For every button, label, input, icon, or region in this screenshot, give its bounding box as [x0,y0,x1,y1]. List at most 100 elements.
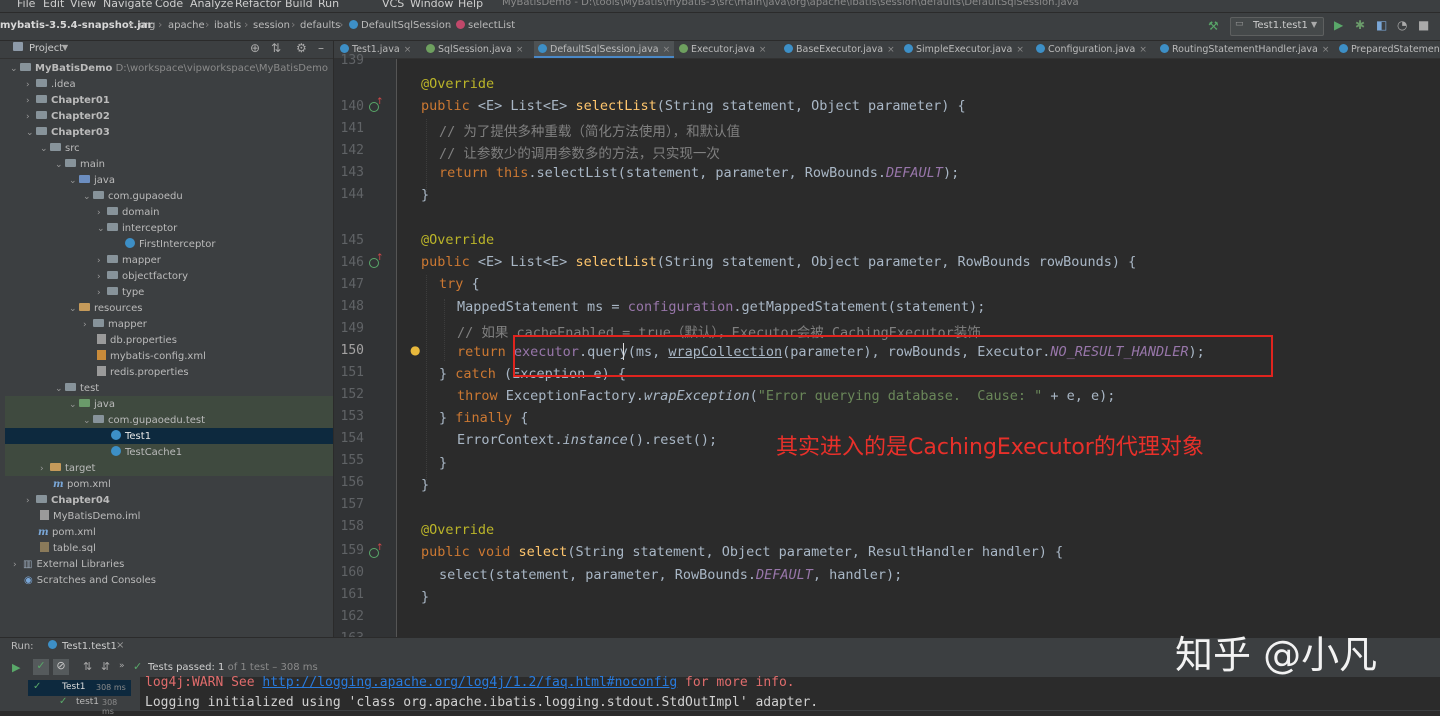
tree-item-resources[interactable]: ⌄ resources [69,301,142,317]
menu-analyze[interactable]: Analyze [190,0,233,10]
menu-vcs[interactable]: VCS [382,0,404,10]
close-icon[interactable]: × [663,45,671,55]
tree-item-external-libraries[interactable]: › ▥ External Libraries [13,557,124,573]
menu-window[interactable]: Window [410,0,453,10]
chevron-down-icon: ⌄ [55,384,63,394]
tree-item-type[interactable]: › type [97,285,144,301]
code-line-143: return this.selectList(statement, parame… [439,165,960,181]
menu-run[interactable]: Run [318,0,339,10]
rerun-icon[interactable]: ▶ [12,661,20,674]
lightbulb-icon[interactable]: ● [410,343,420,357]
tab-defaultsqlsession[interactable]: DefaultSqlSession.java × [534,41,675,58]
menu-edit[interactable]: Edit [43,0,64,10]
tree-item-mapper[interactable]: › mapper [97,253,161,269]
tree-item-objectfactory[interactable]: › objectfactory [97,269,188,285]
tab-routingstatementhandler[interactable]: RoutingStatementHandler.java × [1160,41,1329,58]
sort-icon[interactable]: ⇅ [83,660,92,673]
close-icon[interactable]: × [116,640,124,651]
test-tree-item[interactable]: ✓ test1 308 ms [28,696,131,716]
tree-item-table-sql[interactable]: table.sql [40,541,96,557]
menu-view[interactable]: View [70,0,96,10]
tab-baseexecutor[interactable]: BaseExecutor.java × [784,41,895,58]
tree-item-chapter01[interactable]: › Chapter01 [26,93,110,109]
breadcrumb-org[interactable]: org [139,20,155,31]
tree-item-firstinterceptor[interactable]: FirstInterceptor [125,237,215,253]
close-icon[interactable]: × [759,45,767,55]
show-passed-toggle-icon[interactable]: ✓ [33,659,49,675]
coverage-icon[interactable]: ◧ [1376,18,1387,32]
tree-item-idea[interactable]: › .idea [26,77,76,93]
test-tree-selected[interactable]: ✓ Test1 308 ms [28,680,131,696]
profile-icon[interactable]: ◔ [1397,18,1407,32]
tree-item-java[interactable]: ⌄ java [69,173,115,189]
show-ignored-toggle-icon[interactable]: ⊘ [53,659,69,675]
annotation-text: 其实进入的是CachingExecutor的代理对象 [776,435,1204,460]
menu-navigate[interactable]: Navigate [103,0,152,10]
tree-item-main[interactable]: ⌄ main [55,157,105,173]
tree-item-test[interactable]: ⌄ test [55,381,99,397]
close-icon[interactable]: × [404,45,412,55]
tree-item-redis-properties[interactable]: redis.properties [97,365,189,381]
debug-icon[interactable]: ✱ [1355,18,1365,32]
tree-item-scratches[interactable]: ◉ Scratches and Consoles [24,573,156,589]
tree-item-test-package[interactable]: ⌄ com.gupaoedu.test [83,413,205,429]
locate-icon[interactable]: ⊕ [250,41,260,55]
tree-item-mybatis-config[interactable]: mybatis-config.xml [97,349,206,365]
tree-item-chapter04[interactable]: › Chapter04 [26,493,110,509]
breadcrumb-method[interactable]: selectList [456,20,515,31]
stop-icon[interactable]: ■ [1418,18,1429,32]
breadcrumb-session[interactable]: session [253,20,290,31]
console-link[interactable]: http://logging.apache.org/log4j/1.2/faq.… [262,675,677,690]
tree-item-testcache1[interactable]: TestCache1 [111,445,182,461]
menu-code[interactable]: Code [155,0,183,10]
tree-item-db-properties[interactable]: db.properties [97,333,177,349]
code-line-153: throw ExceptionFactory.wrapException("Er… [457,388,1116,404]
minimize-icon[interactable]: – [318,41,324,55]
close-icon[interactable]: × [516,45,524,55]
close-icon[interactable]: × [1016,45,1024,55]
breadcrumb-ibatis[interactable]: ibatis [214,20,241,31]
close-icon[interactable]: × [1139,45,1147,55]
chevron-down-icon[interactable]: ▼ [62,43,68,52]
menu-help[interactable]: Help [458,0,483,10]
project-panel-title[interactable]: Project [29,43,63,54]
tree-item-src[interactable]: ⌄ src [40,141,80,157]
collapse-all-icon[interactable]: ⇅ [271,41,281,55]
tree-item-chapter03-pom[interactable]: m pom.xml [53,477,111,493]
run-tab-label[interactable]: Test1.test1 [62,641,117,652]
tree-item-resources-mapper[interactable]: › mapper [83,317,147,333]
menu-refactor[interactable]: Refactor [235,0,281,10]
tab-executor[interactable]: Executor.java × [679,41,766,58]
tree-item-mybatisdemo[interactable]: ⌄ MyBatisDemo D:\workspace\vipworkspace\M… [10,61,328,77]
chevrons-icon[interactable]: » [119,661,125,671]
code-line-144: } [421,187,430,203]
build-hammer-icon[interactable]: ⚒ [1208,19,1219,33]
tree-item-test1[interactable]: Test1 [111,429,151,445]
tab-preparedstatementhandler[interactable]: PreparedStatementHandler.java [1339,41,1440,58]
tab-configuration[interactable]: Configuration.java × [1036,41,1147,58]
breadcrumb-class[interactable]: DefaultSqlSession [349,20,451,31]
chevron-down-icon: ⌄ [83,192,91,202]
run-icon[interactable]: ▶ [1334,18,1343,32]
tree-item-iml[interactable]: MyBatisDemo.iml [40,509,140,525]
sort-duration-icon[interactable]: ⇵ [101,660,110,673]
tree-item-package[interactable]: ⌄ com.gupaoedu [83,189,183,205]
breadcrumb-apache[interactable]: apache [168,20,205,31]
close-icon[interactable]: × [1322,45,1330,55]
tab-simpleexecutor[interactable]: SimpleExecutor.java × [904,41,1024,58]
tree-item-target[interactable]: › target [40,461,95,477]
run-config-select[interactable]: ▭ Test1.test1 ▼ [1230,17,1324,36]
menu-build[interactable]: Build [285,0,313,10]
tree-item-domain[interactable]: › domain [97,205,159,221]
gear-icon[interactable]: ⚙ [296,41,307,55]
tree-item-test-java[interactable]: ⌄ java [69,397,115,413]
tree-item-root-pom[interactable]: m pom.xml [38,525,96,541]
tree-item-interceptor[interactable]: ⌄ interceptor [97,221,177,237]
console-output[interactable]: log4j:WARN See http://logging.apache.org… [140,675,1440,710]
tab-sqlsession[interactable]: SqlSession.java × [426,41,523,58]
breadcrumb-defaults[interactable]: defaults [300,20,340,31]
menu-file[interactable]: File [17,0,35,10]
tree-item-chapter02[interactable]: › Chapter02 [26,109,110,125]
close-icon[interactable]: × [887,45,895,55]
tree-item-chapter03[interactable]: ⌄ Chapter03 [26,125,110,141]
